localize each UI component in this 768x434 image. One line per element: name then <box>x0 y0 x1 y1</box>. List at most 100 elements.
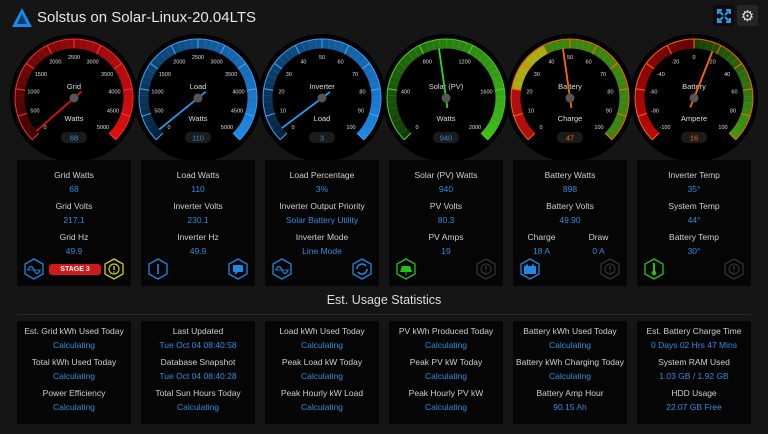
gauge-unit: Ampere <box>681 114 707 123</box>
gauge-solar-pv--watts: 0400800120016002000Solar (PV)Watts940 <box>381 33 511 163</box>
fullscreen-button[interactable] <box>713 5 734 26</box>
refresh-icon[interactable] <box>351 258 373 280</box>
gauge-band <box>109 57 114 62</box>
gauge-tick-label: 60 <box>338 59 344 65</box>
gauge-tick-label: 1200 <box>458 59 470 65</box>
stat-value: Calculating <box>513 371 627 381</box>
gauge-band <box>551 45 558 47</box>
gauge-tick-label: 90 <box>606 109 612 115</box>
gauge-title: Battery <box>558 82 582 91</box>
gauge-tick-label: 30 <box>534 72 540 78</box>
gauge-band <box>368 121 371 127</box>
gauge-band <box>369 72 372 78</box>
gauge-band <box>251 90 252 97</box>
gauge-band <box>270 114 272 120</box>
thermometer-icon[interactable] <box>643 258 665 280</box>
gauge-band <box>145 83 146 90</box>
gauge-band <box>707 45 714 47</box>
gauge-band <box>736 126 740 132</box>
gauge-band <box>22 77 24 83</box>
gauge-band <box>251 102 252 109</box>
gauge-tick-label: 40 <box>548 59 554 65</box>
gauge-band <box>746 83 747 90</box>
warning-icon[interactable] <box>599 258 621 280</box>
gauge-tick-label: 800 <box>423 59 432 65</box>
gauge-band <box>747 90 748 97</box>
info-label: Charge <box>513 232 570 242</box>
gauge-band <box>521 120 524 126</box>
gauge-value: 47 <box>566 134 574 143</box>
warning-icon[interactable] <box>475 258 497 280</box>
gauge-unit: Watts <box>65 114 84 123</box>
info-value: 230.1 <box>141 215 255 225</box>
gauge-hub <box>70 94 79 103</box>
info-label: PV Volts <box>389 201 503 211</box>
gauge-tick-label: 20 <box>710 59 716 65</box>
gauge-band <box>540 50 546 53</box>
gauge-hub <box>442 94 451 103</box>
gauge-band <box>486 61 490 66</box>
gauge-load-watts: 0500100015002000250030003500400045005000… <box>133 33 263 163</box>
gauge-band <box>24 71 27 77</box>
gauge-band <box>341 47 347 50</box>
gauge-band <box>44 50 50 53</box>
gauge-band <box>145 108 147 115</box>
gauge-band <box>496 77 498 83</box>
gauge-tick-label: 0 <box>415 125 418 131</box>
info-icon[interactable] <box>147 258 169 280</box>
gauge-tick-label: 4000 <box>108 90 120 96</box>
solar-panel-icon[interactable] <box>395 258 417 280</box>
gauge-band <box>223 50 229 53</box>
info-value: 49.9 <box>17 246 131 256</box>
message-icon[interactable] <box>227 258 249 280</box>
gauge-value: 940 <box>440 134 453 143</box>
gauge-band <box>516 89 517 96</box>
gauge-tick-label: 3000 <box>210 59 222 65</box>
ac-wave-icon[interactable] <box>271 258 293 280</box>
gauge-band <box>526 61 530 66</box>
gauge-tick-label: 0 <box>291 125 294 131</box>
gauge-band <box>675 45 682 47</box>
section-divider <box>17 314 751 315</box>
gauge-band <box>328 44 335 45</box>
gauge-band <box>27 66 31 72</box>
gauge-band <box>279 131 284 136</box>
gauge-band <box>217 47 223 50</box>
gauge-band <box>55 45 62 47</box>
gauge-band <box>411 53 416 57</box>
warning-icon[interactable] <box>723 258 745 280</box>
stat-value: Calculating <box>17 371 131 381</box>
stat-value: Calculating <box>265 402 379 412</box>
gauge-value: 110 <box>192 134 204 143</box>
info-value: 19 <box>389 246 503 256</box>
gauge-band <box>366 66 370 72</box>
gauge-band <box>240 126 244 132</box>
stat-label: Last Updated <box>141 326 255 336</box>
gauge-band <box>614 66 618 72</box>
gauge-band <box>287 53 292 57</box>
gauge-band <box>238 61 242 66</box>
settings-button[interactable]: ⚙ <box>737 5 758 26</box>
info-label: Battery Volts <box>513 201 627 211</box>
gauge-band <box>278 61 282 66</box>
gauge-band <box>495 115 498 121</box>
ac-wave-icon[interactable] <box>23 258 45 280</box>
stat-label: Peak Load kW Today <box>265 357 379 367</box>
gauge-band <box>623 102 624 109</box>
gauge-band <box>236 131 241 136</box>
gauge-band <box>144 102 145 109</box>
gauge-band <box>155 131 160 136</box>
gauge-band <box>375 90 376 97</box>
warning-icon[interactable] <box>103 258 125 280</box>
info-label: Inverter Mode <box>265 232 379 242</box>
gauge-band <box>738 66 742 72</box>
gauge-unit: Watts <box>437 114 456 123</box>
gauge-tick-label: 2000 <box>49 59 61 65</box>
gauge-band <box>520 71 523 77</box>
battery-icon[interactable] <box>519 258 541 280</box>
gauge-tick-label: 40 <box>724 72 730 78</box>
gauge-tick-label: 2500 <box>192 55 204 61</box>
gauge-band <box>357 57 362 62</box>
stat-value: 1.03 GB / 1.92 GB <box>637 371 751 381</box>
stat-label: System RAM Used <box>637 357 751 367</box>
